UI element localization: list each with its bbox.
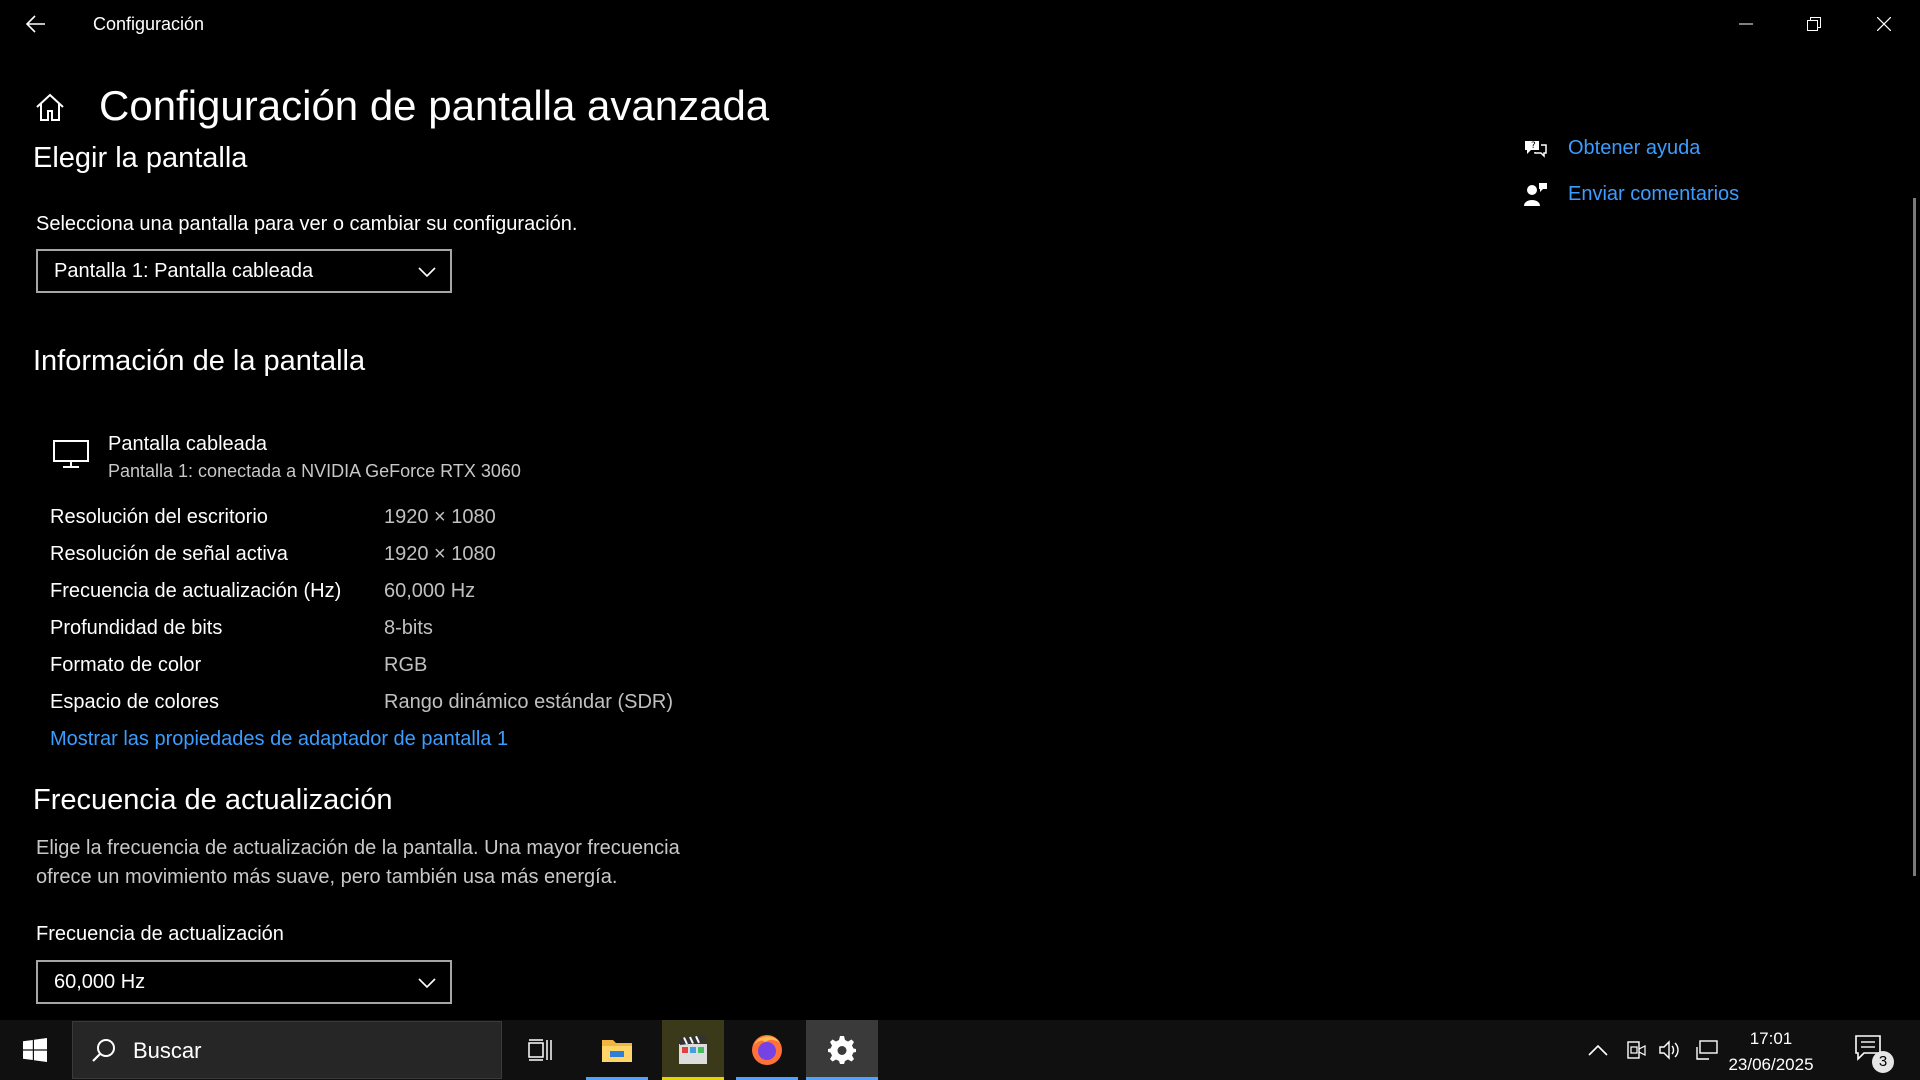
clock-time: 17:01 (1749, 1029, 1793, 1048)
notification-count-badge: 3 (1872, 1051, 1894, 1073)
info-label: Espacio de colores (50, 691, 219, 713)
back-arrow-icon (26, 15, 45, 33)
info-row-desktop-resolution: Resolución del escritorio 1920 × 1080 (50, 506, 750, 536)
task-view-button[interactable] (510, 1020, 572, 1080)
back-button[interactable] (16, 8, 56, 40)
info-value: 1920 × 1080 (384, 506, 496, 528)
title-bar: Configuración (0, 0, 1920, 48)
speaker-icon (1659, 1040, 1679, 1060)
get-help-label: Obtener ayuda (1568, 136, 1701, 159)
app-title: Configuración (93, 14, 205, 34)
info-label: Formato de color (50, 654, 202, 676)
settings-taskbar-button[interactable] (806, 1020, 878, 1080)
display-select-value: Pantalla 1: Pantalla cableada (54, 259, 314, 282)
info-value: Rango dinámico estándar (SDR) (384, 691, 674, 713)
refresh-rate-heading: Frecuencia de actualización (33, 784, 393, 816)
ethernet-monitor-icon (1696, 1040, 1718, 1060)
refresh-rate-value: 60,000 Hz (54, 970, 146, 993)
display-select-dropdown[interactable]: Pantalla 1: Pantalla cableada (36, 249, 452, 293)
choose-display-heading: Elegir la pantalla (33, 142, 248, 174)
help-chat-icon: ? (1525, 141, 1547, 158)
send-feedback-label: Enviar comentarios (1568, 182, 1740, 205)
refresh-rate-field-label: Frecuencia de actualización (36, 923, 284, 945)
home-icon[interactable] (33, 90, 69, 126)
chevron-down-icon (418, 978, 436, 989)
folder-icon (602, 1040, 632, 1062)
display-device-subtitle: Pantalla 1: conectada a NVIDIA GeForce R… (108, 461, 521, 481)
choose-display-description: Selecciona una pantalla para ver o cambi… (36, 213, 578, 235)
camera-icon (1627, 1041, 1646, 1059)
show-hidden-icons-button[interactable] (1586, 1038, 1610, 1062)
minimize-button[interactable] (1712, 0, 1780, 48)
start-button[interactable] (0, 1020, 70, 1080)
info-value: 1920 × 1080 (384, 543, 496, 565)
taskbar: 17:01 23/06/2025 3 (0, 1020, 1920, 1080)
info-label: Frecuencia de actualización (Hz) (50, 580, 342, 602)
gear-icon (828, 1036, 856, 1064)
task-view-icon (528, 1039, 552, 1061)
taskbar-search[interactable] (72, 1021, 502, 1079)
display-info-heading: Información de la pantalla (33, 345, 366, 377)
video-editor-taskbar-button[interactable] (662, 1020, 724, 1080)
file-explorer-taskbar-button[interactable] (586, 1020, 648, 1080)
info-value: 60,000 Hz (384, 580, 476, 602)
network-button[interactable] (1695, 1038, 1719, 1062)
info-row-refresh-rate: Frecuencia de actualización (Hz) 60,000 … (50, 580, 750, 610)
close-button[interactable] (1850, 0, 1918, 48)
info-row-bit-depth: Profundidad de bits 8-bits (50, 617, 750, 647)
svg-text:?: ? (1531, 141, 1536, 151)
feedback-person-icon (1524, 183, 1547, 206)
search-icon (92, 1039, 115, 1062)
info-label: Resolución de señal activa (50, 543, 288, 565)
system-clock[interactable]: 17:01 23/06/2025 (1718, 1026, 1824, 1078)
info-label: Resolución del escritorio (50, 506, 268, 528)
info-label: Profundidad de bits (50, 617, 223, 639)
volume-button[interactable] (1658, 1038, 1682, 1062)
monitor-icon (53, 440, 89, 468)
chevron-up-icon (1588, 1044, 1608, 1056)
adapter-properties-link[interactable]: Mostrar las propiedades de adaptador de … (50, 728, 508, 751)
restore-button[interactable] (1780, 0, 1848, 48)
refresh-rate-description-line1: Elige la frecuencia de actualización de … (36, 837, 680, 859)
info-row-color-format: Formato de color RGB (50, 654, 750, 684)
firefox-taskbar-button[interactable] (736, 1020, 798, 1080)
refresh-rate-description-line2: ofrece un movimiento más suave, pero tam… (36, 866, 618, 888)
display-device-name: Pantalla cableada (108, 433, 268, 455)
vertical-scrollbar[interactable] (1913, 198, 1916, 876)
info-row-color-space: Espacio de colores Rango dinámico estánd… (50, 691, 750, 721)
firefox-icon (752, 1035, 782, 1065)
close-icon (1877, 17, 1891, 31)
windows-logo-icon (23, 1038, 47, 1062)
page-title: Configuración de pantalla avanzada (99, 82, 770, 129)
info-value: 8-bits (384, 617, 433, 639)
restore-icon (1807, 17, 1821, 31)
send-feedback-link[interactable]: Enviar comentarios (1522, 179, 1739, 209)
get-help-link[interactable]: ? Obtener ayuda (1522, 133, 1700, 163)
minimize-icon (1739, 23, 1753, 25)
chevron-down-icon (418, 267, 436, 278)
clapperboard-icon (679, 1035, 707, 1064)
info-row-active-signal-resolution: Resolución de señal activa 1920 × 1080 (50, 543, 750, 573)
meet-now-button[interactable] (1624, 1038, 1648, 1062)
refresh-rate-dropdown[interactable]: 60,000 Hz (36, 960, 452, 1004)
info-value: RGB (384, 654, 428, 676)
clock-date: 23/06/2025 (1728, 1055, 1814, 1074)
search-input[interactable] (131, 1032, 485, 1070)
